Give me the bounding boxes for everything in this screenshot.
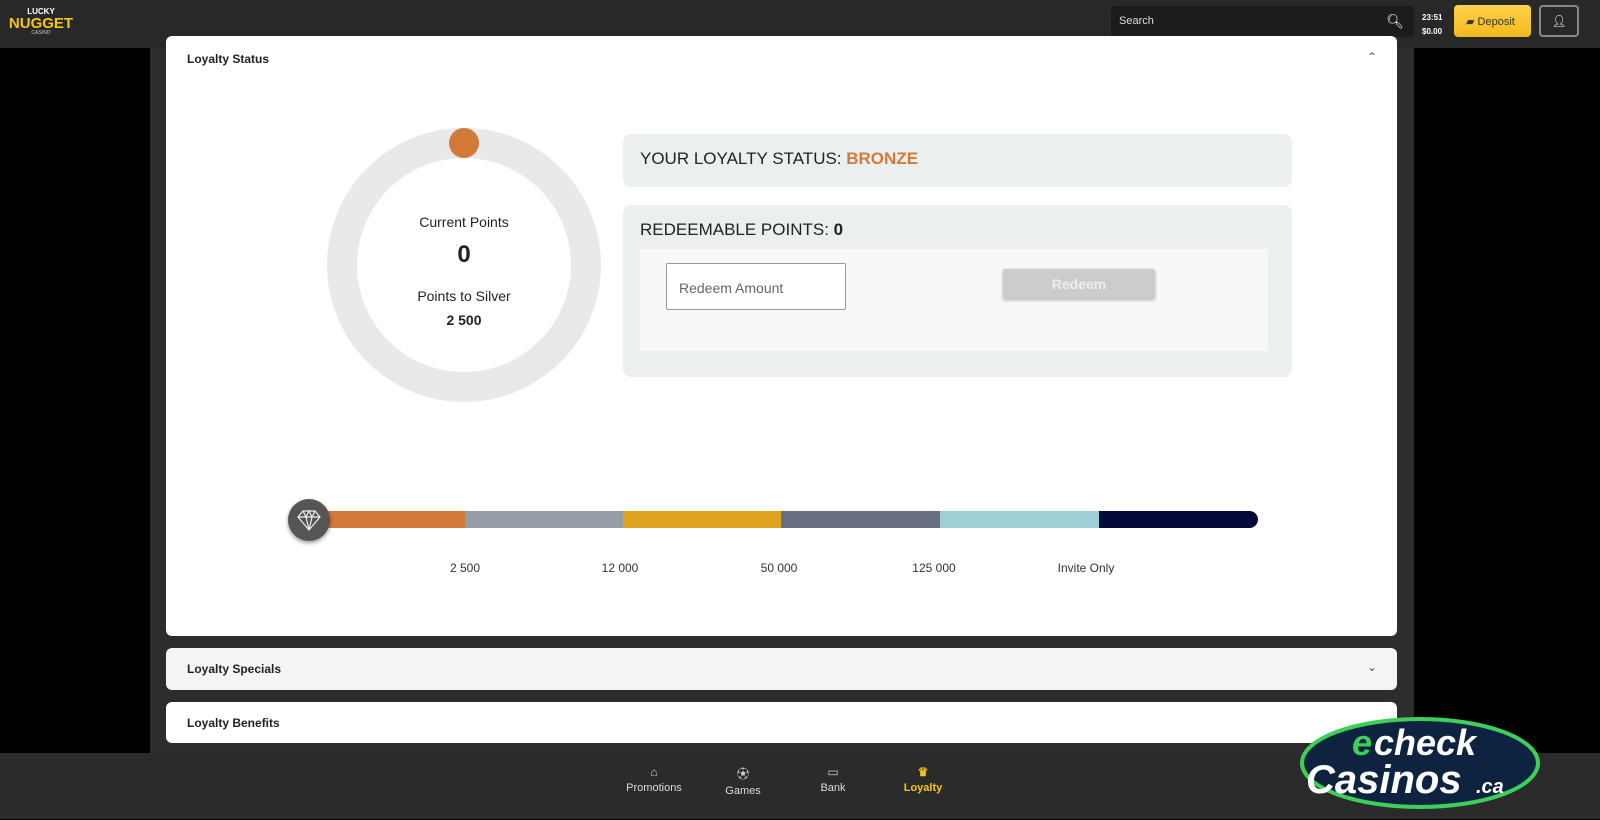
user-icon: 👤︎ — [1551, 14, 1567, 28]
redeem-button[interactable]: Redeem — [1003, 269, 1155, 299]
time: 23:51 — [1422, 13, 1443, 22]
lucky-nugget-logo[interactable]: LUCKY NUGGET CASINO — [6, 8, 76, 38]
balance: $0.00 — [1422, 27, 1443, 36]
progress-dot — [449, 128, 479, 158]
nav-label: Promotions — [626, 782, 682, 794]
current-points-label: Current Points — [419, 214, 509, 230]
nav-label: Games — [725, 785, 761, 797]
svg-text:Casinos: Casinos — [1306, 758, 1462, 802]
tier-segment — [308, 511, 465, 528]
svg-text:check: check — [1374, 722, 1478, 763]
points-to-silver-value: 2 500 — [446, 312, 482, 328]
svg-text:.ca: .ca — [1476, 776, 1504, 798]
crown-icon: ♛ — [917, 765, 929, 779]
logo-text: NUGGET — [8, 15, 74, 32]
redeem-amount-input[interactable]: Redeem Amount — [666, 263, 846, 310]
tier-threshold: 12 000 — [601, 561, 639, 575]
chevron-down-icon[interactable]: ⌄ — [1367, 660, 1377, 674]
tier-threshold: 50 000 — [760, 561, 798, 575]
ball-icon: ⚽︎ — [736, 767, 749, 781]
deposit-label: Deposit — [1477, 16, 1515, 28]
nav-promotions[interactable]: ⌂ Promotions — [614, 765, 694, 794]
tier-segment — [465, 511, 623, 528]
user-account-button[interactable]: 👤︎ — [1539, 5, 1579, 37]
status-label: YOUR LOYALTY STATUS: — [640, 149, 847, 168]
home-icon: ⌂ — [650, 765, 658, 779]
tier-segment — [623, 511, 781, 528]
loyalty-specials-section[interactable]: Loyalty Specials ⌄ — [166, 648, 1397, 690]
echeckcasinos-watermark-logo: e check Casinos .ca — [1300, 705, 1540, 815]
tier-segment — [781, 511, 940, 528]
search-input[interactable]: Search 🔍︎ — [1111, 6, 1414, 37]
search-placeholder: Search — [1119, 15, 1154, 27]
diamond-icon — [288, 499, 330, 541]
cards-icon: ▭ — [827, 765, 839, 779]
loyalty-benefits-title: Loyalty Benefits — [187, 716, 280, 730]
tier-threshold: 2 500 — [449, 561, 481, 575]
redeemable-value: 0 — [833, 220, 844, 239]
wallet-icon: ▰ — [1466, 16, 1478, 28]
loyalty-status-box: YOUR LOYALTY STATUS: BRONZE — [623, 134, 1292, 187]
redeemable-label: REDEEMABLE POINTS: — [640, 220, 834, 239]
clock-balance: 23:51 $0.00 — [1422, 11, 1442, 39]
tier-segment — [940, 511, 1099, 528]
current-points-value: 0 — [457, 241, 471, 268]
points-to-silver-label: Points to Silver — [417, 288, 511, 304]
loyalty-benefits-section[interactable]: Loyalty Benefits — [166, 702, 1397, 743]
tier-segment — [1099, 511, 1258, 528]
deposit-button[interactable]: ▰ Deposit — [1454, 5, 1531, 37]
loyalty-specials-title: Loyalty Specials — [187, 662, 282, 676]
status-value: BRONZE — [846, 149, 919, 168]
svg-text:e: e — [1352, 722, 1372, 763]
redeem-placeholder: Redeem Amount — [679, 280, 784, 296]
search-icon[interactable]: 🔍︎ — [1386, 13, 1404, 30]
loyalty-status-title[interactable]: Loyalty Status — [187, 52, 269, 66]
tier-threshold: Invite Only — [1057, 561, 1115, 575]
nav-games[interactable]: ⚽︎ Games — [703, 765, 783, 797]
nav-label: Bank — [820, 782, 846, 794]
tier-threshold: 125 000 — [912, 561, 956, 575]
chevron-up-icon[interactable]: ⌃ — [1367, 50, 1377, 64]
nav-label: Loyalty — [903, 782, 943, 794]
nav-loyalty[interactable]: ♛ Loyalty — [883, 765, 963, 794]
nav-bank[interactable]: ▭ Bank — [793, 765, 873, 794]
